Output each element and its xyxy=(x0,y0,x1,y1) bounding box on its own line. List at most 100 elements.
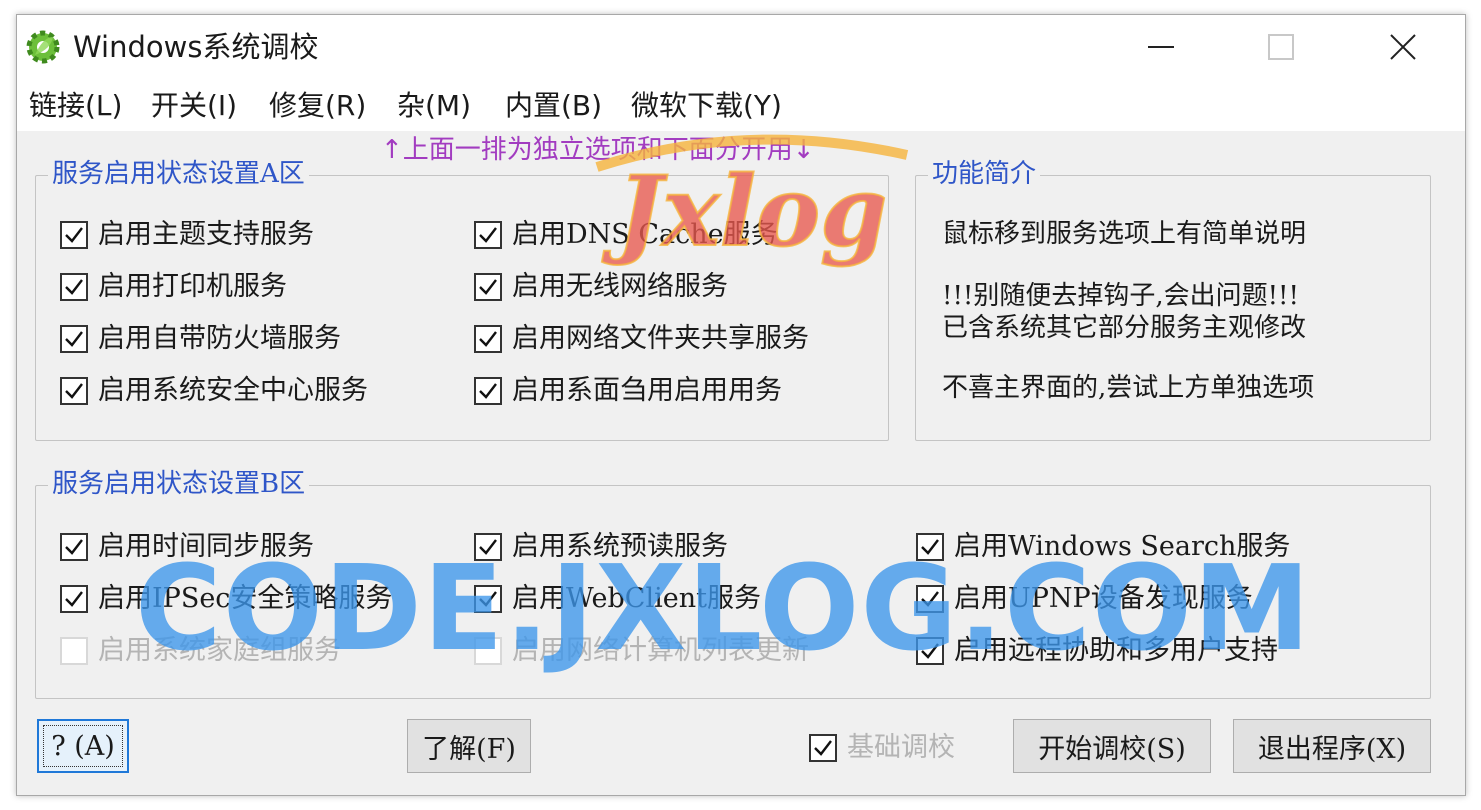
menu-builtin[interactable]: 内置(B) xyxy=(505,89,602,123)
checkbox[interactable] xyxy=(474,273,502,301)
checkbox-label: 启用UPNP设备发现服务 xyxy=(954,583,1253,614)
minimize-icon xyxy=(1148,46,1174,48)
checkbox xyxy=(60,637,88,665)
checkbox[interactable] xyxy=(474,533,502,561)
separate-options-hint: ↑上面一排为独立选项和下面分开用↓ xyxy=(381,135,815,165)
checkbox-label: 启用系统预读服务 xyxy=(512,531,728,562)
checkbox-label: 启用自带防火墙服务 xyxy=(98,323,341,354)
info-line: 已含系统其它部分服务主观修改 xyxy=(942,313,1307,343)
maximize-button[interactable] xyxy=(1251,25,1311,69)
cb-computer-list-service: 启用网络计算机列表更新 xyxy=(474,634,809,668)
maximize-icon xyxy=(1268,34,1294,60)
menu-switches[interactable]: 开关(I) xyxy=(151,89,237,123)
checkbox-label: 启用时间同步服务 xyxy=(98,531,314,562)
cb-windows-search-service[interactable]: 启用Windows Search服务 xyxy=(916,530,1290,564)
cb-security-center-service[interactable]: 启用系统安全中心服务 xyxy=(60,374,368,408)
checkbox-label: 启用打印机服务 xyxy=(98,271,287,302)
checkbox-label: 启用网络文件夹共享服务 xyxy=(512,323,809,354)
checkbox-label: 基础调校 xyxy=(847,732,955,763)
cb-misc-service[interactable]: 启用系面刍用启用用务 xyxy=(474,374,782,408)
checkmark-icon xyxy=(479,591,497,607)
checkbox-label: 启用IPSec安全策略服务 xyxy=(98,583,393,614)
gear-leaf-icon xyxy=(26,30,60,64)
main-window: Windows系统调校 链接(L) 开关(I) 修复(R) 杂(M) 内置(B)… xyxy=(16,14,1466,796)
cb-upnp-service[interactable]: 启用UPNP设备发现服务 xyxy=(916,582,1253,616)
checkmark-icon xyxy=(479,331,497,347)
checkbox[interactable] xyxy=(916,533,944,561)
checkmark-icon xyxy=(479,383,497,399)
menu-bar: 链接(L) 开关(I) 修复(R) 杂(M) 内置(B) 微软下载(Y) xyxy=(17,81,1465,131)
exit-button[interactable]: 退出程序(X) xyxy=(1233,719,1431,773)
checkbox[interactable] xyxy=(60,585,88,613)
checkbox[interactable] xyxy=(474,377,502,405)
checkmark-icon xyxy=(65,279,83,295)
cb-basic-tune: 基础调校 xyxy=(809,731,955,765)
checkbox[interactable] xyxy=(60,273,88,301)
info-line: 不喜主界面的,尝试上方单独选项 xyxy=(942,373,1315,403)
group-b-title: 服务启用状态设置B区 xyxy=(48,467,310,501)
cb-folder-share-service[interactable]: 启用网络文件夹共享服务 xyxy=(474,322,809,356)
help-button[interactable]: ? (A) xyxy=(37,719,129,773)
checkbox[interactable] xyxy=(916,585,944,613)
service-group-b: 服务启用状态设置B区 启用时间同步服务 启用系统预读服务 启用Windows S… xyxy=(35,467,1431,699)
cb-firewall-service[interactable]: 启用自带防火墙服务 xyxy=(60,322,341,356)
checkmark-icon xyxy=(921,643,939,659)
understand-button[interactable]: 了解(F) xyxy=(407,719,531,773)
feature-intro-group: 功能简介 鼠标移到服务选项上有简单说明 !!!别随便去掉钩子,会出问题!!! 已… xyxy=(915,157,1431,441)
cb-webclient-service[interactable]: 启用WebClient服务 xyxy=(474,582,761,616)
checkbox[interactable] xyxy=(60,533,88,561)
checkmark-icon xyxy=(479,279,497,295)
cb-homegroup-service: 启用系统家庭组服务 xyxy=(60,634,341,668)
info-line: !!!别随便去掉钩子,会出问题!!! xyxy=(942,281,1299,311)
checkbox xyxy=(809,734,837,762)
checkbox-label: 启用网络计算机列表更新 xyxy=(512,635,809,666)
checkbox[interactable] xyxy=(60,221,88,249)
start-tune-button[interactable]: 开始调校(S) xyxy=(1013,719,1211,773)
checkmark-icon xyxy=(65,227,83,243)
title-bar[interactable]: Windows系统调校 xyxy=(17,15,1465,81)
checkbox-label: 启用Windows Search服务 xyxy=(954,531,1291,562)
window-title: Windows系统调校 xyxy=(73,30,319,64)
cb-time-sync-service[interactable]: 启用时间同步服务 xyxy=(60,530,314,564)
checkmark-icon xyxy=(65,591,83,607)
menu-repair[interactable]: 修复(R) xyxy=(269,89,366,123)
cb-prefetch-service[interactable]: 启用系统预读服务 xyxy=(474,530,728,564)
checkbox-label: 启用DNS Cache服务 xyxy=(512,219,778,250)
menu-links[interactable]: 链接(L) xyxy=(29,89,122,123)
cb-theme-service[interactable]: 启用主题支持服务 xyxy=(60,218,314,252)
checkbox[interactable] xyxy=(474,325,502,353)
checkmark-icon xyxy=(921,591,939,607)
service-group-a: 服务启用状态设置A区 启用主题支持服务 启用DNS Cache服务 启用打印机服… xyxy=(35,157,889,441)
checkbox-label: 启用系统家庭组服务 xyxy=(98,635,341,666)
checkbox-label: 启用系面刍用启用用务 xyxy=(512,375,782,406)
cb-wireless-service[interactable]: 启用无线网络服务 xyxy=(474,270,728,304)
checkbox-label: 启用WebClient服务 xyxy=(512,583,761,614)
checkmark-icon xyxy=(479,227,497,243)
checkbox-label: 启用无线网络服务 xyxy=(512,271,728,302)
cb-dns-cache-service[interactable]: 启用DNS Cache服务 xyxy=(474,218,778,252)
cb-remote-assist-service[interactable]: 启用远程协助和多用户支持 xyxy=(916,634,1278,668)
minimize-button[interactable] xyxy=(1131,25,1191,69)
checkmark-icon xyxy=(65,331,83,347)
checkbox-label: 启用主题支持服务 xyxy=(98,219,314,250)
checkmark-icon xyxy=(65,383,83,399)
feature-intro-title: 功能简介 xyxy=(928,157,1041,191)
info-line: 鼠标移到服务选项上有简单说明 xyxy=(942,219,1307,249)
close-button[interactable] xyxy=(1373,25,1433,69)
menu-ms-download[interactable]: 微软下载(Y) xyxy=(631,89,782,123)
menu-misc[interactable]: 杂(M) xyxy=(397,89,471,123)
group-a-title: 服务启用状态设置A区 xyxy=(48,157,309,191)
checkbox[interactable] xyxy=(60,325,88,353)
checkbox[interactable] xyxy=(60,377,88,405)
checkmark-icon xyxy=(65,539,83,555)
checkbox-label: 启用系统安全中心服务 xyxy=(98,375,368,406)
checkbox xyxy=(474,637,502,665)
cb-printer-service[interactable]: 启用打印机服务 xyxy=(60,270,287,304)
checkmark-icon xyxy=(921,539,939,555)
checkbox-label: 启用远程协助和多用户支持 xyxy=(954,635,1278,666)
checkbox[interactable] xyxy=(474,585,502,613)
cb-ipsec-service[interactable]: 启用IPSec安全策略服务 xyxy=(60,582,392,616)
checkbox[interactable] xyxy=(916,637,944,665)
checkbox[interactable] xyxy=(474,221,502,249)
checkmark-icon xyxy=(814,740,832,756)
